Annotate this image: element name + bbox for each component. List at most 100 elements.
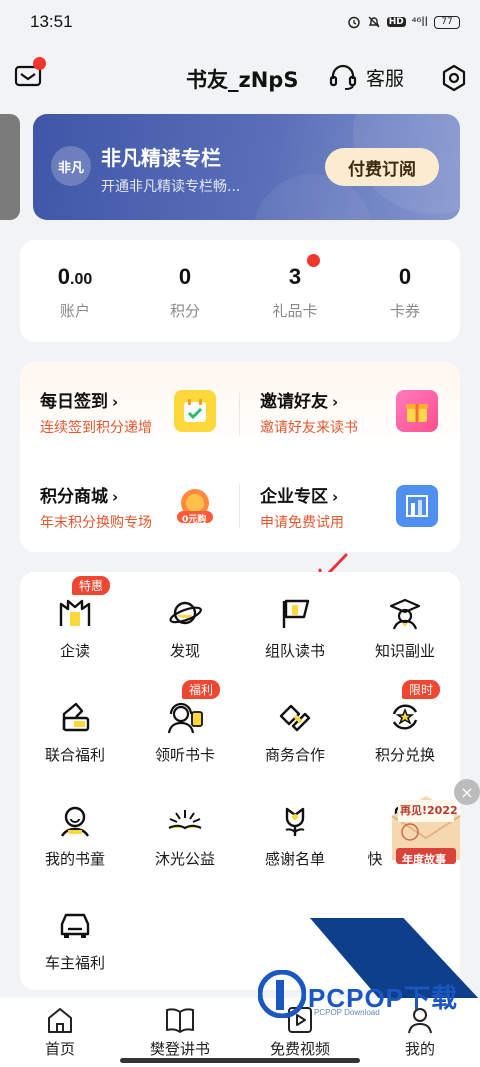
book-open-icon [166,1008,194,1033]
coin-icon: 0元购 [174,485,216,527]
listen-card-icon [166,698,204,736]
grid-item-business-cooperation[interactable]: 商务合作 [240,676,350,776]
task-title: 邀请好友 [260,392,328,412]
badge: 福利 [182,680,221,699]
status-time: 13:51 [30,12,73,31]
stat-gift-card[interactable]: 3 礼品卡 [240,240,350,342]
watermark-logo-icon [258,970,306,1018]
headset-icon [329,64,357,90]
stat-account[interactable]: 0.00 账户 [20,240,130,342]
grid-label: 组队读书 [264,642,325,660]
task-subtitle: 年末积分换购专场 [40,515,152,531]
grid-label: 发现 [169,642,200,660]
planet-icon [166,594,204,632]
task-title: 每日签到 [40,392,108,412]
car-icon [56,906,94,944]
grid-item-sunlight-charity[interactable]: 沐光公益 [130,780,240,880]
account-stats: 0.00 账户 0 积分 3 礼品卡 0 卡券 [20,240,460,342]
stat-value-decimal: .00 [70,271,93,288]
chevron-right-icon: › [332,393,339,411]
year-story-promo[interactable]: 再见!2022 年度故事 [388,792,464,868]
stat-coupons[interactable]: 0 卡券 [350,240,460,342]
signal-icon: ⁴⁶ll [411,15,428,29]
grid-item-my-assistant[interactable]: 我的书童 [20,780,130,880]
watermark-subtext: PCPOP Download [314,1008,380,1017]
alarm-icon [347,15,361,29]
grid-item-listen-card[interactable]: 领听书卡 福利 [130,676,240,776]
chevron-right-icon: › [112,488,119,506]
hd-icon: HD [386,17,406,27]
notification-dot [307,254,320,267]
settings-icon[interactable] [440,64,468,92]
stat-value: 0 [178,264,192,289]
nav-home[interactable]: 首页 [5,1006,115,1059]
vip-banner[interactable]: 非凡 非凡精读专栏 开通非凡精读专栏畅... 付费订阅 [33,114,460,220]
stat-label: 账户 [59,302,90,320]
coin-icon-text: 0元购 [182,515,207,525]
stat-label: 卡券 [389,302,420,320]
stat-label: 礼品卡 [272,302,318,320]
grid-label: 积分兑换 [374,746,435,764]
nav-label: 首页 [44,1040,75,1058]
grid-item-thanks-list[interactable]: 感谢名单 [240,780,350,880]
grid-item-car-owner-welfare[interactable]: 车主福利 [20,884,130,984]
page-title: 书友_zNpS [186,68,299,92]
mute-bell-icon [367,15,381,29]
task-subtitle: 邀请好友来读书 [260,420,358,436]
banner-subtitle: 开通非凡精读专栏畅... [101,179,241,195]
grid-label: 企读 [59,642,90,660]
gift-icon [396,390,438,432]
header: 书友_zNpS 客服 [0,44,480,110]
grid-label: 知识副业 [374,642,435,660]
grid-item-joint-welfare[interactable]: 联合福利 [20,676,130,776]
customer-service-button[interactable]: 客服 [328,63,404,91]
tasks-card: 每日签到 › 连续签到积分递增 邀请好友 › 邀请好友来读书 积分商城 › 年末积分换… [20,362,460,552]
chevron-right-icon: › [332,488,339,506]
stat-label: 积分 [169,302,200,320]
calendar-check-icon [174,390,216,432]
stat-points[interactable]: 0 积分 [130,240,240,342]
badge: 特惠 [72,576,111,595]
status-bar: 13:51 HD ⁴⁶ll 77 [0,0,480,44]
grid-item-points-exchange[interactable]: 积分兑换 限时 [350,676,460,776]
service-label: 客服 [366,67,405,90]
subscribe-button[interactable]: 付费订阅 [325,148,439,186]
star-exchange-icon [386,698,424,736]
graduate-icon [386,594,424,632]
task-title: 企业专区 [260,487,328,507]
battery-icon: 77 [434,15,460,29]
grid-label: 快 [367,850,383,868]
notification-dot [33,57,46,70]
tulip-icon [276,802,314,840]
enterprise-read-icon [56,594,94,632]
previous-banner-peek[interactable] [0,114,20,220]
grid-label: 领听书卡 [154,746,215,764]
grid-label: 沐光公益 [154,850,215,868]
home-indicator [120,1058,360,1063]
nav-label: 樊登讲书 [149,1040,210,1058]
grid-item-discover[interactable]: 发现 [130,572,240,672]
grid-item-team-reading[interactable]: 组队读书 [240,572,350,672]
nav-label: 我的 [404,1040,435,1058]
flag-icon [276,594,314,632]
building-icon [396,485,438,527]
handshake-icon [276,698,314,736]
status-icons: HD ⁴⁶ll 77 [347,15,460,29]
grid-label: 商务合作 [264,746,325,764]
grid-label: 感谢名单 [264,850,325,868]
stat-value: 0 [398,264,412,289]
grid-item-knowledge-side-job[interactable]: 知识副业 [350,572,460,672]
grid-label: 联合福利 [44,746,105,764]
promo-line2: 年度故事 [402,853,446,866]
grid-item-enterprise-read[interactable]: 企读 特惠 [20,572,130,672]
sunlight-book-icon [166,802,204,840]
nav-books[interactable]: 樊登讲书 [125,1006,235,1059]
home-icon [48,1008,72,1033]
grid-label: 我的书童 [44,850,105,868]
nav-label: 免费视频 [269,1040,330,1058]
close-promo-button[interactable]: × [454,779,480,805]
coupon-icon [56,698,94,736]
task-title: 积分商城 [40,487,108,507]
badge: 限时 [402,680,441,699]
stat-value: 0 [57,264,70,289]
